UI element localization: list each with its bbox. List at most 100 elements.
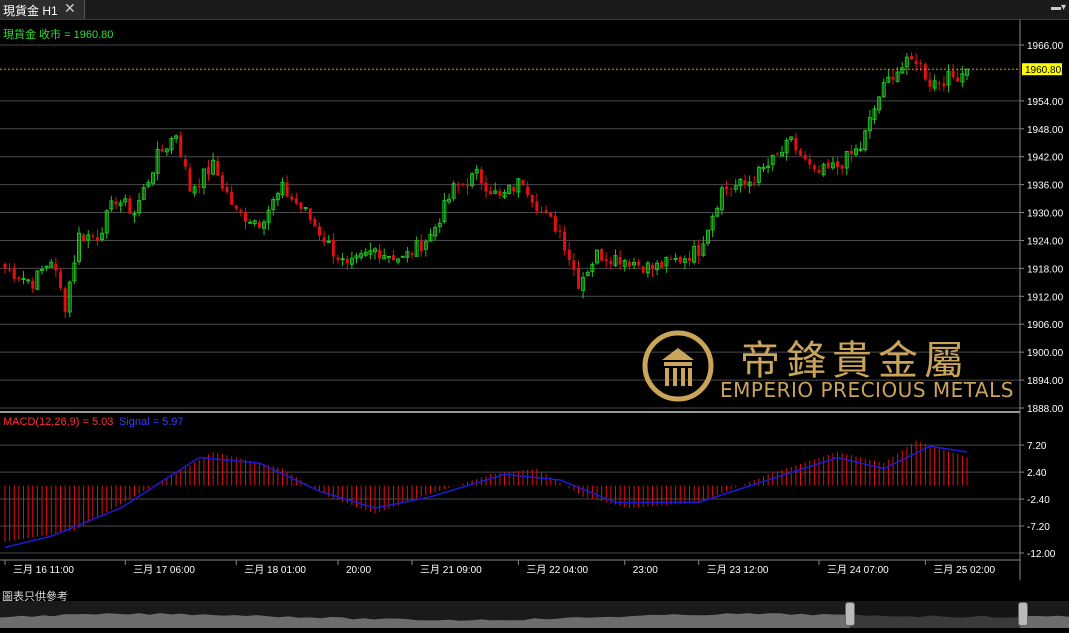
candle — [405, 246, 410, 263]
candle — [428, 228, 433, 242]
candle — [803, 150, 807, 162]
candle — [567, 242, 571, 267]
candle — [234, 204, 238, 212]
candle-body — [627, 261, 631, 267]
candle-body — [937, 82, 941, 84]
candle-body — [322, 237, 326, 243]
candle — [645, 260, 650, 278]
candle-body — [604, 259, 608, 261]
candle-body — [461, 183, 465, 185]
candle — [128, 195, 132, 215]
navigator-left-handle[interactable] — [845, 602, 855, 626]
candle-body — [96, 237, 99, 241]
candle-body — [923, 64, 927, 80]
candle — [386, 256, 391, 264]
candle — [17, 276, 21, 283]
candle-body — [540, 211, 543, 213]
candle-body — [257, 222, 261, 228]
candle — [910, 52, 913, 60]
candle — [31, 277, 35, 293]
macd-legend-main: MACD(12,26,9) = 5.03 — [3, 416, 113, 428]
candle — [526, 181, 530, 198]
candle — [225, 181, 229, 194]
candle-body — [826, 162, 830, 168]
candle-body — [400, 255, 405, 258]
candle — [3, 262, 7, 275]
macd-tick-label: 2.40 — [1027, 468, 1047, 479]
candle — [937, 80, 941, 91]
candle-body — [752, 182, 756, 184]
candle-body — [8, 269, 12, 271]
candle — [220, 172, 224, 192]
candle — [331, 233, 335, 265]
close-icon[interactable]: ✕ — [64, 0, 76, 17]
candle — [414, 236, 419, 257]
candle — [516, 177, 521, 198]
time-tick-label: 三月 22 04:00 — [526, 564, 588, 576]
candle — [363, 247, 368, 258]
window-titlebar: 現貨金 H1 ✕ ▬▾ — [0, 0, 1069, 20]
candle — [86, 229, 91, 249]
candle-body — [673, 258, 678, 261]
candle — [928, 72, 932, 92]
candle — [91, 232, 95, 239]
candle-body — [572, 260, 576, 270]
candle-body — [489, 191, 493, 195]
candle-body — [466, 184, 469, 187]
candle — [400, 255, 405, 258]
candle — [951, 64, 955, 80]
candle — [682, 255, 687, 270]
navigator-scrollbar[interactable] — [0, 601, 1069, 628]
candle — [280, 177, 285, 199]
candle — [849, 144, 853, 162]
candle — [956, 69, 960, 82]
candle-body — [544, 210, 548, 213]
candle — [378, 243, 382, 264]
candle-body — [577, 268, 580, 289]
candle — [44, 265, 49, 272]
candle-body — [637, 261, 641, 266]
candle-body — [558, 230, 562, 232]
candle — [840, 164, 844, 175]
candle-body — [817, 170, 821, 173]
candle — [146, 179, 151, 189]
candle — [410, 250, 414, 259]
menu-dropdown-icon[interactable]: ▬▾ — [1051, 2, 1066, 13]
price-tick-label: 1954.00 — [1027, 97, 1064, 108]
candle — [669, 255, 673, 260]
candle-body — [521, 179, 525, 185]
candle-body — [299, 202, 303, 209]
candle — [715, 205, 720, 218]
candle — [678, 255, 682, 265]
price-tick-label: 1888.00 — [1027, 404, 1064, 415]
candle — [733, 179, 738, 193]
navigator-right-handle[interactable] — [1018, 602, 1028, 626]
candle-body — [840, 165, 844, 169]
candle-body — [919, 62, 923, 65]
time-axis-ticks: 三月 16 11:00 三月 17 06:00 三月 18 01:00 20:00 三月… — [4, 560, 996, 576]
candle-body — [392, 255, 395, 261]
candle — [299, 201, 303, 213]
candle-body — [803, 154, 807, 160]
candle — [530, 194, 534, 208]
candle-body — [678, 256, 682, 263]
candle-body — [285, 182, 289, 197]
chart-area[interactable]: 1966.00 1954.00 1948.00 1942.00 1936.00 1930.… — [0, 20, 1069, 600]
candle — [914, 53, 918, 72]
candle — [613, 249, 618, 268]
price-tick-label: 1912.00 — [1027, 292, 1064, 303]
candle — [701, 236, 706, 257]
candle — [82, 233, 86, 243]
chart-tab[interactable]: 現貨金 H1 ✕ — [0, 0, 85, 19]
candle-body — [729, 188, 733, 190]
candle — [100, 227, 105, 242]
candle — [470, 171, 475, 189]
candle — [392, 249, 395, 261]
candle — [318, 222, 321, 241]
candle — [59, 267, 62, 291]
candle-body — [641, 266, 645, 273]
price-tick-label: 1942.00 — [1027, 153, 1064, 164]
candle — [563, 226, 567, 256]
candle-body — [512, 186, 516, 192]
candle — [881, 78, 886, 99]
